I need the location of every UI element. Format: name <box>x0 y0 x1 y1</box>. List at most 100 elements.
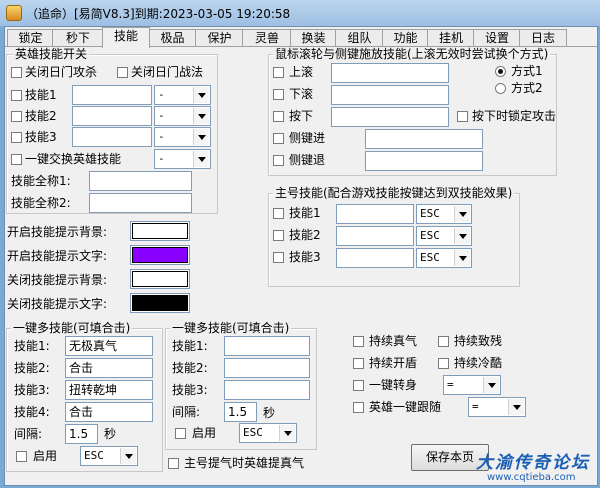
off-text-color-picker[interactable] <box>130 293 190 313</box>
hero-skill2-key-select[interactable]: - <box>154 106 211 126</box>
sustain-cool-checkbox[interactable] <box>438 358 449 369</box>
hero-follow-checkbox[interactable] <box>353 402 364 413</box>
sustain-disable-checkbox[interactable] <box>438 336 449 347</box>
one-transform-key-select[interactable]: = <box>443 375 501 395</box>
on-text-color-picker[interactable] <box>130 245 190 265</box>
lock-attack-checkbox[interactable] <box>457 111 468 122</box>
side-forward-checkbox[interactable] <box>273 133 284 144</box>
combo1-interval-input[interactable]: 1.5 <box>65 424 98 444</box>
on-bg-label: 开启技能提示背景: <box>7 225 108 239</box>
combo1-skill2-label: 技能2: <box>14 361 50 375</box>
chevron-down-icon <box>279 425 295 441</box>
tab-team[interactable]: 组队 <box>335 29 384 47</box>
off-bg-color-picker[interactable] <box>130 269 190 289</box>
close-battle-checkbox[interactable] <box>117 67 128 78</box>
chevron-down-icon <box>120 448 136 464</box>
combo2-enable-checkbox[interactable] <box>175 428 186 439</box>
app-icon <box>6 5 22 21</box>
tab-skills[interactable]: 技能 <box>102 27 150 48</box>
side-forward-input[interactable] <box>365 129 483 149</box>
main-skill2-checkbox[interactable] <box>273 230 284 241</box>
main-skill2-input[interactable] <box>336 226 414 246</box>
hero-skill1-input[interactable] <box>72 85 152 105</box>
watermark-url: www.cqtieba.com <box>487 472 576 483</box>
combo1-skill3-input[interactable]: 扭转乾坤 <box>65 380 153 400</box>
main-skill2-key-select[interactable]: ESC <box>416 226 472 246</box>
tab-settings[interactable]: 设置 <box>473 29 521 47</box>
fullname2-input[interactable] <box>89 193 192 213</box>
hero-follow-key-select[interactable]: = <box>468 397 526 417</box>
close-attack-checkbox[interactable] <box>11 67 22 78</box>
main-skill1-label: 技能1 <box>289 206 321 220</box>
sustain-shield-checkbox[interactable] <box>353 358 364 369</box>
combo2-interval-input[interactable]: 1.5 <box>224 402 257 422</box>
combo2-skill3-label: 技能3: <box>172 383 208 397</box>
combo2-key-select[interactable]: ESC <box>239 423 297 443</box>
main-skill1-checkbox[interactable] <box>273 208 284 219</box>
hero-follow-key-value: = <box>472 400 479 413</box>
sustain-cool-label: 持续冷酷 <box>454 356 503 370</box>
chevron-down-icon <box>454 206 470 222</box>
tab-lock[interactable]: 锁定 <box>7 29 54 47</box>
hero-hint-checkbox[interactable] <box>168 458 179 469</box>
tab-second-drop[interactable]: 秒下 <box>52 29 104 47</box>
main-skill3-key-select[interactable]: ESC <box>416 248 472 268</box>
main-skill-group: 主号技能(配合游戏技能按键达到双技能效果) 技能1 ESC 技能2 ESC 技能… <box>268 186 520 287</box>
hero-skill-group-title: 英雄技能开关 <box>13 47 90 61</box>
combo2-skill1-label: 技能1: <box>172 339 208 353</box>
one-transform-checkbox[interactable] <box>353 380 364 391</box>
wheel-down-checkbox[interactable] <box>273 89 284 100</box>
chevron-down-icon <box>193 108 209 124</box>
fullname1-input[interactable] <box>89 171 192 191</box>
main-skill3-input[interactable] <box>336 248 414 268</box>
hero-skill1-key-select[interactable]: - <box>154 85 211 105</box>
hero-skill3-input[interactable] <box>72 127 152 147</box>
combo1-key-select[interactable]: ESC <box>80 446 138 466</box>
press-checkbox[interactable] <box>273 111 284 122</box>
hero-skill1-checkbox[interactable] <box>11 90 22 101</box>
tab-afk[interactable]: 挂机 <box>427 29 475 47</box>
wheel-up-checkbox[interactable] <box>273 67 284 78</box>
combo2-skill1-input[interactable] <box>224 336 310 356</box>
one-transform-key-value: = <box>447 378 454 391</box>
combo1-skill4-input[interactable]: 合击 <box>65 402 153 422</box>
chevron-down-icon <box>454 250 470 266</box>
swap-hero-skill-checkbox[interactable] <box>11 154 22 165</box>
hero-follow-label: 英雄一键跟随 <box>369 400 442 414</box>
wheel-down-input[interactable] <box>331 85 449 105</box>
tab-log[interactable]: 日志 <box>519 29 567 47</box>
tab-change-gear[interactable]: 换装 <box>290 29 337 47</box>
hero-skill3-checkbox[interactable] <box>11 132 22 143</box>
side-back-checkbox[interactable] <box>273 155 284 166</box>
mode2-radio[interactable] <box>495 83 506 94</box>
hero-skill1-label: 技能1 <box>25 88 57 102</box>
press-input[interactable] <box>331 107 449 127</box>
main-skill1-input[interactable] <box>336 204 414 224</box>
mode1-radio[interactable] <box>495 66 506 77</box>
combo1-skill2-input[interactable]: 合击 <box>65 358 153 378</box>
combo1-skill3-label: 技能3: <box>14 383 50 397</box>
main-skill1-key-select[interactable]: ESC <box>416 204 472 224</box>
combo1-skill1-input[interactable]: 无极真气 <box>65 336 153 356</box>
hero-skill2-input[interactable] <box>72 106 152 126</box>
sustain-qi-checkbox[interactable] <box>353 336 364 347</box>
combo2-skill2-input[interactable] <box>224 358 310 378</box>
tab-functions[interactable]: 功能 <box>382 29 429 47</box>
sustain-disable-label: 持续致残 <box>454 334 503 348</box>
on-bg-color-picker[interactable] <box>130 221 190 241</box>
tab-spirit-beast[interactable]: 灵兽 <box>242 29 292 47</box>
hero-skill3-key-select[interactable]: - <box>154 127 211 147</box>
side-back-input[interactable] <box>365 151 483 171</box>
wheel-up-input[interactable] <box>331 63 449 83</box>
swap-key-select[interactable]: - <box>154 149 211 169</box>
skills-panel: 英雄技能开关 关闭日门攻杀 关闭日门战法 技能1 - 技能2 - 技能3 - 一… <box>5 47 597 485</box>
hero-skill2-checkbox[interactable] <box>11 111 22 122</box>
main-skill3-checkbox[interactable] <box>273 252 284 263</box>
tab-rare-items[interactable]: 极品 <box>148 29 197 47</box>
sustain-qi-label: 持续真气 <box>369 334 418 348</box>
combo1-enable-checkbox[interactable] <box>16 451 27 462</box>
combo2-skill3-input[interactable] <box>224 380 310 400</box>
tab-protect[interactable]: 保护 <box>195 29 244 47</box>
main-skill2-key-value: ESC <box>420 229 440 242</box>
on-bg-swatch <box>132 223 188 239</box>
